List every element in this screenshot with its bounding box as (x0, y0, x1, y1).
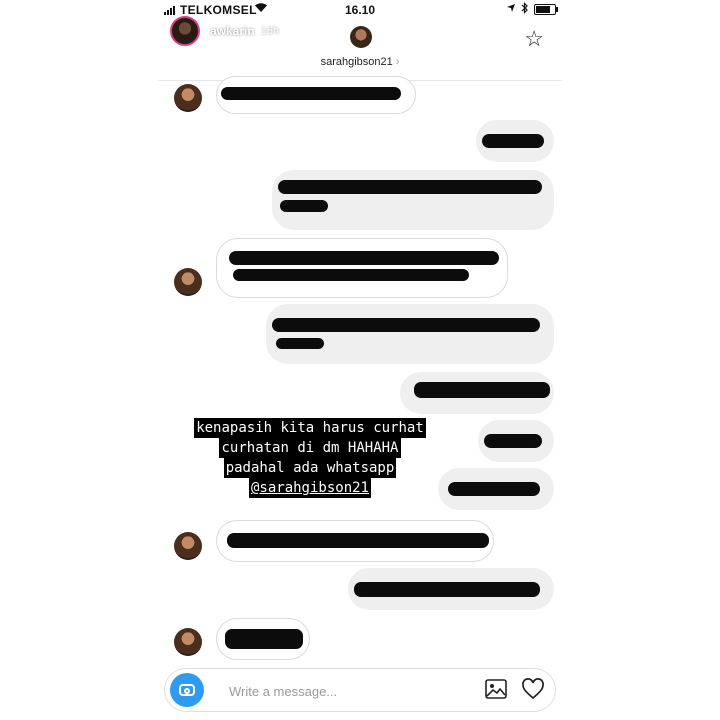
redaction-mark (227, 533, 489, 548)
story-owner: awkarin 16h (170, 16, 279, 46)
redaction-mark (276, 338, 324, 349)
incoming-message[interactable] (216, 618, 310, 660)
battery-icon (534, 4, 558, 15)
outgoing-message[interactable] (478, 420, 554, 462)
redaction-mark (448, 482, 540, 496)
redaction-mark (233, 269, 469, 281)
redaction-mark (272, 318, 540, 332)
caption-mention[interactable]: @sarahgibson21 (248, 478, 371, 498)
story-owner-name[interactable]: awkarin (210, 24, 255, 38)
status-time: 16.10 (344, 3, 376, 17)
message-composer (164, 668, 556, 712)
outgoing-message[interactable] (476, 120, 554, 162)
message-input[interactable] (227, 680, 461, 702)
chat-username[interactable]: sarahgibson21 › (158, 56, 562, 68)
gallery-icon[interactable] (485, 679, 507, 699)
incoming-message[interactable] (216, 520, 494, 562)
outgoing-message[interactable] (348, 568, 554, 610)
incoming-message[interactable] (216, 76, 416, 114)
sender-avatar[interactable] (174, 628, 202, 656)
story-owner-avatar[interactable] (170, 16, 200, 46)
camera-icon (179, 684, 195, 696)
camera-button[interactable] (170, 673, 204, 707)
heart-icon[interactable] (521, 678, 545, 700)
bluetooth-icon (521, 2, 529, 17)
dm-screen: TELKOMSEL 16.10 sarahgibson21 › ☆ awkarin… (158, 0, 562, 720)
outgoing-message[interactable] (266, 304, 554, 364)
story-elapsed-time: 16h (260, 25, 280, 37)
story-caption: kenapasih kita harus curhat curhatan di … (172, 418, 448, 498)
outgoing-message[interactable] (272, 170, 554, 230)
redaction-mark (221, 87, 401, 100)
chevron-right-icon: › (395, 56, 400, 68)
sender-avatar[interactable] (174, 84, 202, 112)
redaction-mark (278, 180, 542, 194)
caption-line: padahal ada whatsapp (223, 458, 397, 478)
redaction-mark (280, 200, 328, 212)
star-icon[interactable]: ☆ (524, 26, 544, 52)
sender-avatar[interactable] (174, 268, 202, 296)
outgoing-message[interactable] (400, 372, 554, 414)
caption-line: curhatan di dm HAHAHA (219, 438, 401, 458)
caption-line: kenapasih kita harus curhat (194, 418, 426, 438)
header-avatar[interactable] (350, 26, 372, 48)
redaction-mark (484, 434, 542, 448)
redaction-mark (229, 251, 499, 265)
sender-avatar[interactable] (174, 532, 202, 560)
redaction-mark (482, 134, 544, 148)
location-icon (506, 3, 516, 16)
redaction-mark (414, 382, 550, 398)
redaction-mark (354, 582, 540, 597)
outgoing-message[interactable] (438, 468, 554, 510)
redaction-mark (225, 629, 303, 649)
incoming-message[interactable] (216, 238, 508, 298)
